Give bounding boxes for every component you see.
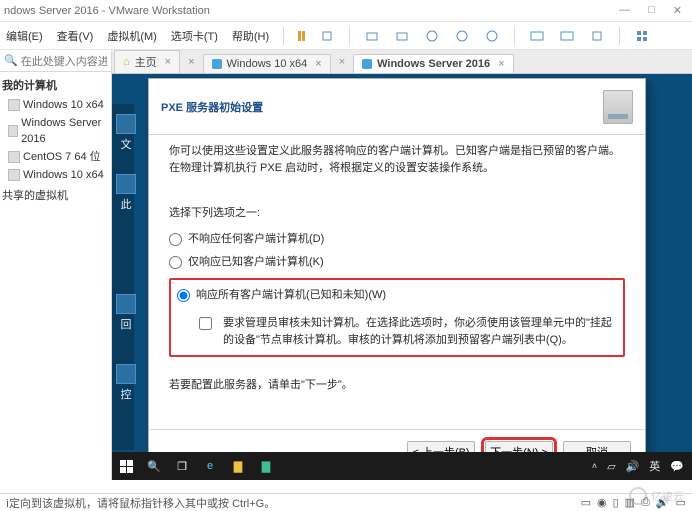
device-icon[interactable]: ▭ <box>581 496 591 509</box>
tray-up-icon[interactable]: ˄ <box>592 461 597 471</box>
maximize-icon[interactable]: □ <box>648 4 655 17</box>
vm-icon <box>8 169 20 181</box>
choose-label: 选择下列选项之一: <box>169 205 625 222</box>
tree-header[interactable]: 我的计算机 <box>2 76 109 96</box>
desktop-icon[interactable]: 控 <box>114 364 138 402</box>
separator <box>349 27 350 45</box>
system-tray: ˄ ▱ 🔊 英 💬 <box>592 458 692 474</box>
toolbar-snapshot-icon[interactable] <box>319 28 335 44</box>
toolbar-grid-icon[interactable] <box>634 28 650 44</box>
toolbar-manage-icon[interactable] <box>484 28 500 44</box>
separator <box>514 27 515 45</box>
toolbar-unity-icon[interactable] <box>589 28 605 44</box>
ie-icon[interactable]: e <box>196 452 224 480</box>
toolbar-icon-2[interactable] <box>394 28 410 44</box>
home-icon: ⌂ <box>123 56 130 68</box>
watermark: 亿速云 <box>629 487 684 505</box>
minimize-icon[interactable]: — <box>619 4 630 17</box>
tab-close-icon[interactable]: × <box>165 56 171 68</box>
radio-known-only[interactable] <box>169 256 182 269</box>
server-icon <box>603 90 633 124</box>
menu-vm[interactable]: 虚拟机(M) <box>107 28 157 44</box>
config-hint: 若要配置此服务器，请单击"下一步"。 <box>169 377 625 394</box>
pause-icon[interactable] <box>298 31 305 41</box>
separator <box>283 27 284 45</box>
work-area: ⌂ 主页 × × Windows 10 x64 × × Windows Serv… <box>112 50 692 480</box>
tab-winserver[interactable]: Windows Server 2016 × <box>353 54 513 73</box>
search-icon: 🔍 <box>4 54 18 67</box>
search-placeholder: 在此处键入内容进行搜索 <box>21 53 107 69</box>
explorer-icon[interactable]: ▇ <box>224 452 252 480</box>
wizard-title: PXE 服务器初始设置 <box>161 99 263 115</box>
tab-win10[interactable]: Windows 10 x64 × <box>203 54 331 73</box>
tree-item-win10b[interactable]: Windows 10 x64 <box>2 166 109 184</box>
radio-all[interactable] <box>177 289 190 302</box>
vm-tab-icon <box>212 59 222 69</box>
option-all[interactable]: 响应所有客户端计算机(已知和未知)(W) <box>177 284 617 307</box>
device-icon[interactable]: ◉ <box>597 496 607 509</box>
radio-no-respond[interactable] <box>169 233 182 246</box>
menu-help[interactable]: 帮助(H) <box>232 28 269 44</box>
vm-tab-icon <box>362 59 372 69</box>
new-tab-button[interactable]: × <box>182 56 200 68</box>
option-all-group: 响应所有客户端计算机(已知和未知)(W) 要求管理员审核未知计算机。在选择此选项… <box>169 278 625 357</box>
app-titlebar: ndows Server 2016 - VMware Workstation —… <box>0 0 692 22</box>
search-button[interactable]: 🔍 <box>140 452 168 480</box>
status-text: ì定向到该虚拟机，请将鼠标指针移入其中或按 Ctrl+G。 <box>6 495 275 511</box>
new-tab-button[interactable]: × <box>333 56 351 68</box>
taskview-button[interactable]: ❐ <box>168 452 196 480</box>
volume-icon[interactable]: 🔊 <box>626 460 640 473</box>
wizard-header: PXE 服务器初始设置 <box>149 79 645 135</box>
desktop-icon[interactable]: 文 <box>114 114 138 152</box>
tab-home[interactable]: ⌂ 主页 × <box>114 50 180 73</box>
separator <box>619 27 620 45</box>
tab-close-icon[interactable]: × <box>498 58 504 70</box>
tree-shared[interactable]: 共享的虚拟机 <box>2 186 109 206</box>
vm-icon <box>8 151 20 163</box>
desktop-icon[interactable]: 此 <box>114 174 138 212</box>
status-bar: ì定向到该虚拟机，请将鼠标指针移入其中或按 Ctrl+G。 ▭ ◉ ▯ ▥ ⎙ … <box>0 493 692 511</box>
menu-view[interactable]: 查看(V) <box>57 28 94 44</box>
toolbar-fullscreen-icon[interactable] <box>559 28 575 44</box>
app-title: ndows Server 2016 - VMware Workstation <box>4 5 210 17</box>
pxe-wizard-dialog: PXE 服务器初始设置 你可以使用这些设置定义此服务器将响应的客户端计算机。已知… <box>148 78 646 474</box>
menu-tabs[interactable]: 选项卡(T) <box>171 28 218 44</box>
tab-close-icon[interactable]: × <box>315 58 321 70</box>
library-search[interactable]: 🔍 在此处键入内容进行搜索 <box>0 50 111 72</box>
toolbar-clock-icon[interactable] <box>424 28 440 44</box>
wizard-description: 你可以使用这些设置定义此服务器将响应的客户端计算机。已知客户端是指已预留的客户端… <box>169 143 625 177</box>
app-icon[interactable]: ▇ <box>252 452 280 480</box>
tree-item-win10[interactable]: Windows 10 x64 <box>2 96 109 114</box>
guest-desktop[interactable]: 文 此 回 控 PXE 服务器初始设置 你可以使用这些设置定义此服务器将响应的客… <box>112 74 692 480</box>
start-button[interactable] <box>112 452 140 480</box>
close-icon[interactable]: ✕ <box>673 4 682 17</box>
wizard-body: 你可以使用这些设置定义此服务器将响应的客户端计算机。已知客户端是指已预留的客户端… <box>149 135 645 429</box>
ime-indicator[interactable]: 英 <box>649 458 660 474</box>
toolbar-icon-1[interactable] <box>364 28 380 44</box>
option-known-only[interactable]: 仅响应已知客户端计算机(K) <box>169 251 625 274</box>
menu-edit[interactable]: 编辑(E) <box>6 28 43 44</box>
network-icon[interactable]: ▱ <box>607 460 615 473</box>
menubar: 编辑(E) 查看(V) 虚拟机(M) 选项卡(T) 帮助(H) <box>0 22 692 50</box>
windows-logo-icon <box>120 460 133 473</box>
vm-icon <box>8 99 20 111</box>
checkbox-require-approval[interactable] <box>199 317 212 330</box>
option-no-respond[interactable]: 不响应任何客户端计算机(D) <box>169 228 625 251</box>
cloud-icon <box>629 487 647 505</box>
library-panel: 🔍 在此处键入内容进行搜索 我的计算机 Windows 10 x64 Windo… <box>0 50 112 480</box>
guest-taskbar: 🔍 ❐ e ▇ ▇ ˄ ▱ 🔊 英 💬 <box>112 452 692 480</box>
toolbar-revert-icon[interactable] <box>454 28 470 44</box>
desktop-icon[interactable]: 回 <box>114 294 138 332</box>
tab-bar: ⌂ 主页 × × Windows 10 x64 × × Windows Serv… <box>112 50 692 74</box>
vm-icon <box>8 125 18 137</box>
require-approval-row[interactable]: 要求管理员审核未知计算机。在选择此选项时，你必须使用该管理单元中的"挂起的设备"… <box>177 315 617 349</box>
tree-item-centos[interactable]: CentOS 7 64 位 <box>2 148 109 166</box>
toolbar-display-icon[interactable] <box>529 28 545 44</box>
notification-icon[interactable]: 💬 <box>670 460 684 473</box>
tree-item-winserver[interactable]: Windows Server 2016 <box>2 114 109 148</box>
device-icon[interactable]: ▯ <box>613 496 619 509</box>
library-tree: 我的计算机 Windows 10 x64 Windows Server 2016… <box>0 72 111 210</box>
